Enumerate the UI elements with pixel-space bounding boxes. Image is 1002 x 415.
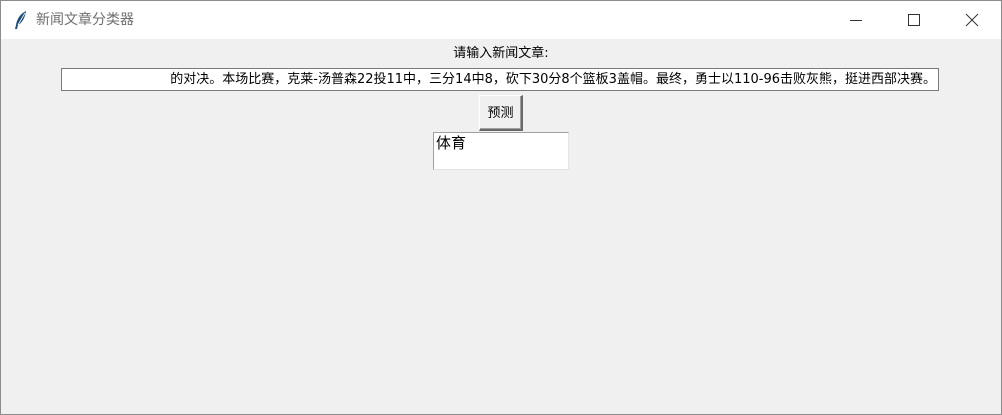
main-content: 请输入新闻文章: 的对决。本场比赛，克莱-汤普森22投11中，三分14中8，砍下… (1, 39, 1001, 414)
minimize-button[interactable] (827, 1, 885, 39)
minimize-icon (850, 20, 862, 21)
feather-icon (13, 10, 29, 30)
article-prompt-label: 请输入新闻文章: (453, 46, 549, 61)
window-title: 新闻文章分类器 (36, 12, 134, 28)
predict-button[interactable]: 预测 (479, 95, 523, 131)
close-button[interactable] (943, 1, 1001, 39)
title-bar[interactable]: 新闻文章分类器 (1, 1, 1001, 39)
article-input[interactable]: 的对决。本场比赛，克莱-汤普森22投11中，三分14中8，砍下30分8个篮板3盖… (61, 68, 939, 91)
close-icon (965, 13, 979, 27)
maximize-button[interactable] (885, 1, 943, 39)
app-window: 新闻文章分类器 请输入新闻文章: 的对决。本场比赛，克莱-汤普森22投11中，三… (0, 0, 1002, 415)
maximize-icon (908, 14, 920, 26)
result-text-box[interactable]: 体育 (433, 132, 569, 170)
